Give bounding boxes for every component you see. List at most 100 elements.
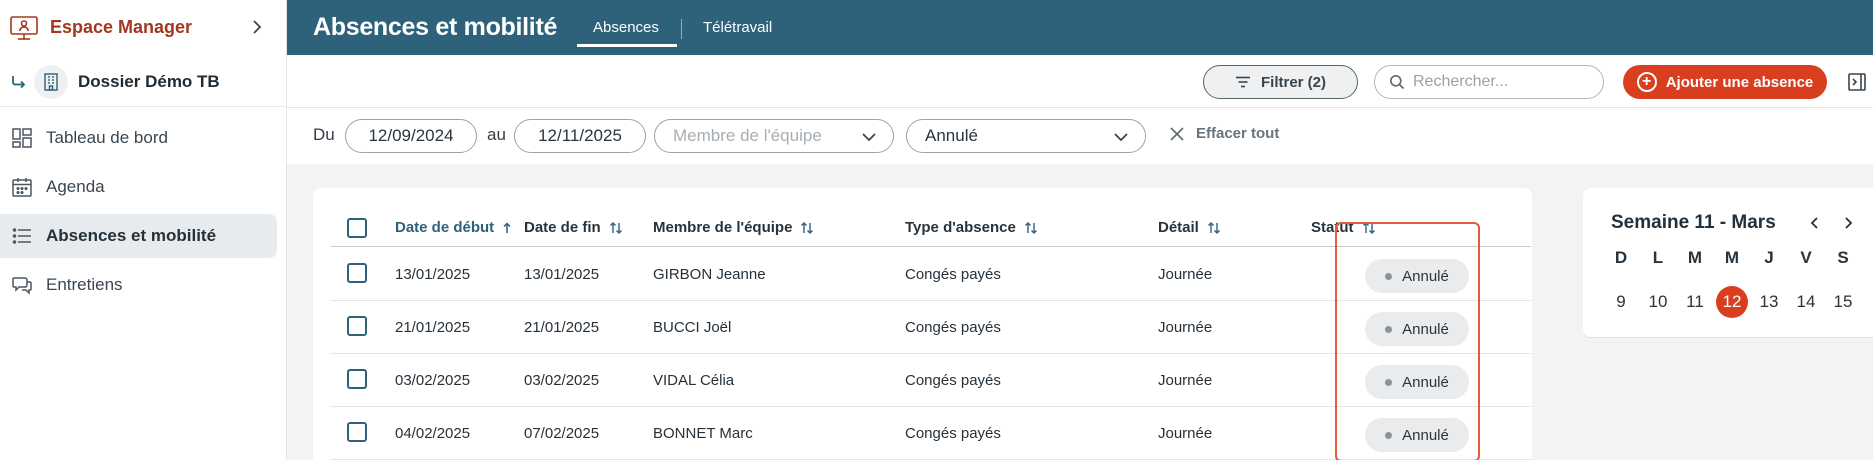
cell-member: GIRBON Jeanne bbox=[653, 266, 766, 283]
cell-start-date: 13/01/2025 bbox=[395, 266, 471, 283]
sidebar-item-label: Tableau de bord bbox=[46, 128, 168, 147]
member-select-placeholder: Membre de l'équipe bbox=[673, 126, 822, 145]
status-dot-icon bbox=[1385, 431, 1393, 439]
manager-logo-icon bbox=[8, 12, 40, 44]
date-to-value: 12/11/2025 bbox=[538, 126, 622, 145]
search-box[interactable] bbox=[1374, 65, 1604, 99]
filters-bar: Du 12/09/2024 au 12/11/2025 Membre de l'… bbox=[287, 108, 1873, 164]
chevron-right-icon[interactable] bbox=[1839, 214, 1857, 232]
column-header-label: Statut bbox=[1311, 219, 1354, 236]
sidebar-item-agenda[interactable]: Agenda bbox=[0, 165, 277, 209]
collapse-panel-icon[interactable] bbox=[1847, 72, 1867, 92]
chevron-right-icon[interactable] bbox=[247, 17, 267, 37]
date-from-field[interactable]: 12/09/2024 bbox=[345, 119, 477, 153]
sidebar-nav: Tableau de bord Agenda Absences et mobil… bbox=[0, 116, 287, 312]
cell-detail: Journée bbox=[1158, 372, 1213, 389]
status-select-value: Annulé bbox=[925, 126, 978, 145]
sidebar-item-label: Agenda bbox=[46, 177, 105, 196]
cell-end-date: 21/01/2025 bbox=[524, 319, 600, 336]
column-header-detail[interactable]: Détail bbox=[1158, 219, 1221, 236]
cell-member: VIDAL Célia bbox=[653, 372, 735, 389]
page-title: Absences et mobilité bbox=[313, 13, 558, 41]
table-row[interactable]: 13/01/2025 13/01/2025 GIRBON Jeanne Cong… bbox=[331, 248, 1531, 301]
building-icon bbox=[34, 64, 68, 99]
tab-teletravail[interactable]: Télétravail bbox=[703, 19, 772, 36]
calendar-day[interactable]: 9 bbox=[1605, 286, 1637, 318]
row-checkbox[interactable] bbox=[347, 422, 367, 442]
calendar-day[interactable]: 11 bbox=[1679, 286, 1711, 318]
sort-icon bbox=[801, 221, 814, 234]
calendar-day[interactable]: 14 bbox=[1790, 286, 1822, 318]
clear-all-label: Effacer tout bbox=[1196, 125, 1280, 142]
select-all-checkbox[interactable] bbox=[347, 218, 367, 238]
cell-member: BUCCI Joël bbox=[653, 319, 732, 336]
column-header-end-date[interactable]: Date de fin bbox=[524, 219, 623, 236]
active-tab-indicator bbox=[577, 44, 677, 47]
sidebar-item-absences-et-mobilite[interactable]: Absences et mobilité bbox=[0, 214, 277, 258]
sidebar-item-tableau-de-bord[interactable]: Tableau de bord bbox=[0, 116, 277, 160]
sidebar-item-label: Entretiens bbox=[46, 275, 123, 294]
filter-icon bbox=[1235, 76, 1250, 88]
sort-icon bbox=[1024, 221, 1037, 234]
column-header-absence-type[interactable]: Type d'absence bbox=[905, 219, 1038, 236]
date-to-field[interactable]: 12/11/2025 bbox=[514, 119, 646, 153]
add-absence-button[interactable]: + Ajouter une absence bbox=[1623, 65, 1827, 99]
sidebar-item-label: Absences et mobilité bbox=[46, 226, 217, 245]
column-header-member[interactable]: Membre de l'équipe bbox=[653, 219, 814, 236]
sort-icon bbox=[1362, 221, 1375, 234]
status-select[interactable]: Annulé bbox=[906, 119, 1146, 153]
sidebar-item-entretiens[interactable]: Entretiens bbox=[0, 263, 277, 307]
cell-end-date: 03/02/2025 bbox=[524, 372, 600, 389]
calendar-day[interactable]: 13 bbox=[1753, 286, 1785, 318]
row-checkbox[interactable] bbox=[347, 263, 367, 283]
clear-all-button[interactable]: Effacer tout bbox=[1170, 125, 1279, 142]
calendar-day-today[interactable]: 12 bbox=[1716, 286, 1748, 318]
brand-header[interactable]: Espace Manager bbox=[0, 0, 287, 55]
row-checkbox[interactable] bbox=[347, 369, 367, 389]
table-row[interactable]: 03/02/2025 03/02/2025 VIDAL Célia Congés… bbox=[331, 354, 1531, 407]
column-header-label: Date de fin bbox=[524, 219, 601, 236]
dashboard-icon bbox=[10, 126, 34, 150]
column-header-start-date[interactable]: Date de début bbox=[395, 219, 512, 236]
cell-detail: Journée bbox=[1158, 425, 1213, 442]
status-badge-label: Annulé bbox=[1402, 320, 1449, 338]
filter-button[interactable]: Filtrer (2) bbox=[1203, 65, 1358, 99]
status-badge: Annulé bbox=[1365, 365, 1469, 399]
status-badge-label: Annulé bbox=[1402, 267, 1449, 285]
chevron-down-icon bbox=[1114, 133, 1128, 142]
tab-divider bbox=[681, 19, 682, 39]
weekday-label: D bbox=[1614, 248, 1628, 267]
sort-icon bbox=[609, 221, 622, 234]
member-select[interactable]: Membre de l'équipe bbox=[654, 119, 894, 153]
search-input[interactable] bbox=[1413, 73, 1593, 91]
chevron-left-icon[interactable] bbox=[1806, 214, 1824, 232]
weekday-label: V bbox=[1800, 248, 1812, 267]
calendar-icon bbox=[10, 175, 34, 199]
calendar-weekdays: D L M M J V S bbox=[1605, 246, 1873, 282]
table-row[interactable]: 04/02/2025 07/02/2025 BONNET Marc Congés… bbox=[331, 407, 1531, 460]
weekday-label: S bbox=[1837, 248, 1849, 267]
cell-start-date: 21/01/2025 bbox=[395, 319, 471, 336]
cell-end-date: 07/02/2025 bbox=[524, 425, 600, 442]
plus-circle-icon: + bbox=[1636, 72, 1657, 92]
chevron-down-icon bbox=[862, 133, 876, 142]
calendar-day[interactable]: 10 bbox=[1642, 286, 1674, 318]
table-row[interactable]: 21/01/2025 21/01/2025 BUCCI Joël Congés … bbox=[331, 301, 1531, 354]
status-dot-icon bbox=[1385, 272, 1393, 280]
column-header-label: Membre de l'équipe bbox=[653, 219, 793, 236]
cell-start-date: 04/02/2025 bbox=[395, 425, 471, 442]
cell-absence-type: Congés payés bbox=[905, 319, 1001, 336]
calendar-day[interactable]: 15 bbox=[1827, 286, 1859, 318]
status-dot-icon bbox=[1385, 378, 1393, 386]
sort-icon bbox=[1207, 221, 1220, 234]
current-folder[interactable]: Dossier Démo TB bbox=[0, 57, 287, 107]
chat-icon bbox=[10, 273, 34, 297]
row-checkbox[interactable] bbox=[347, 316, 367, 336]
weekday-label: J bbox=[1764, 248, 1774, 267]
weekday-label: M bbox=[1724, 248, 1740, 267]
filter-button-label: Filtrer (2) bbox=[1260, 73, 1326, 91]
sidebar: Espace Manager Dossier Démo TB Tableau d… bbox=[0, 0, 287, 460]
tab-absences[interactable]: Absences bbox=[593, 19, 659, 36]
status-badge-label: Annulé bbox=[1402, 373, 1449, 391]
column-header-status[interactable]: Statut bbox=[1311, 219, 1376, 236]
